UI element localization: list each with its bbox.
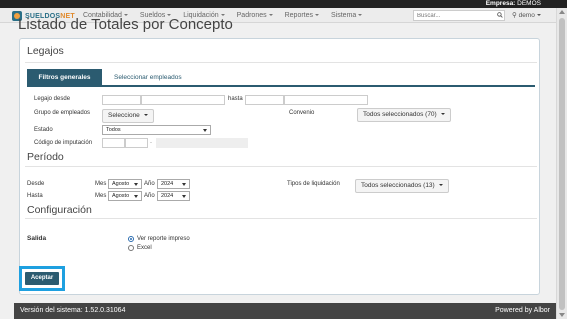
user-icon: ⚲ [512, 12, 517, 19]
tab-filtros-generales[interactable]: Filtros generales [27, 69, 102, 86]
top-strip: Empresa: DEMOS [0, 0, 567, 8]
accept-button[interactable]: Aceptar [25, 272, 59, 285]
tab-seleccionar-empleados[interactable]: Seleccionar empleados [107, 69, 189, 86]
user-menu[interactable]: ⚲ demo [512, 10, 541, 21]
chevron-down-icon [268, 14, 273, 17]
legajos-tabs: Filtros generales Seleccionar empleados [27, 69, 535, 87]
periodo-desde-label: Desde [27, 181, 45, 187]
legajo-hasta-input[interactable] [245, 95, 284, 105]
estado-label: Estado [34, 127, 53, 133]
codigo-imputacion-to-input[interactable] [125, 138, 148, 148]
legajo-desde-input[interactable] [102, 95, 141, 105]
page-title: Listado de Totales por Concepto [18, 16, 233, 33]
legajo-desde-label: Legajo desde [34, 96, 71, 102]
legajo-desde-name-input[interactable] [141, 95, 225, 105]
chevron-down-icon [315, 14, 320, 17]
chevron-down-icon [536, 14, 541, 17]
divider [25, 62, 537, 63]
chevron-down-icon [143, 114, 148, 117]
desde-mes-label: Mes [95, 181, 107, 187]
desde-anio-label: Año [144, 181, 155, 187]
menu-item-sistema[interactable]: Sistema [325, 8, 368, 23]
codigo-imputacion-label: Código de imputación [34, 140, 93, 146]
radio-ver-reporte-impreso-label: Ver reporte impreso [137, 236, 190, 242]
hasta-mes-label: Mes [95, 193, 107, 199]
company-value: DEMOS [517, 0, 541, 7]
hasta-anio-label: Año [144, 193, 155, 199]
codigo-imputacion-from-input[interactable] [102, 138, 125, 148]
tipos-liquidacion-label: Tipos de liquidación [287, 181, 340, 187]
radio-excel-label: Excel [137, 245, 152, 251]
legajo-hasta-name-input[interactable] [284, 95, 368, 105]
estado-select[interactable]: Todos [102, 125, 211, 135]
chevron-down-icon [440, 113, 445, 116]
search-icon[interactable] [497, 12, 503, 18]
salida-label: Salida [27, 235, 47, 242]
hasta-anio-select[interactable]: 2024 [157, 191, 190, 201]
grupo-empleados-label: Grupo de empleados [34, 110, 91, 116]
convenio-label: Convenio [289, 110, 315, 116]
section-title-configuracion: Configuración [27, 204, 92, 216]
chevron-down-icon [438, 184, 443, 187]
chevron-down-icon [358, 14, 363, 17]
search-input[interactable] [413, 10, 505, 21]
section-title-legajos: Legajos [27, 45, 64, 57]
scroll-down-arrow-icon[interactable] [559, 313, 565, 317]
hasta-mes-select[interactable]: Agosto [108, 191, 142, 201]
convenio-dropdown[interactable]: Todos seleccionados (70) [357, 108, 451, 122]
page-scrollbar[interactable] [556, 8, 567, 319]
scroll-up-arrow-icon[interactable] [559, 10, 565, 14]
desde-mes-select[interactable]: Agosto [108, 179, 142, 189]
footer: Versión del sistema: 1.52.0.31064 Powere… [14, 303, 556, 319]
system-version: Versión del sistema: 1.52.0.31064 [20, 307, 126, 314]
tipos-liquidacion-dropdown[interactable]: Todos seleccionados (13) [355, 179, 449, 193]
accept-button-highlight: Aceptar [19, 266, 65, 291]
radio-excel[interactable] [128, 245, 134, 251]
scroll-thumb[interactable] [559, 18, 565, 310]
codigo-separator: - [150, 140, 152, 146]
divider [25, 218, 537, 219]
legajo-hasta-label: hasta [228, 96, 243, 102]
grupo-empleados-dropdown[interactable]: Seleccione [102, 109, 154, 123]
periodo-hasta-label: Hasta [27, 193, 43, 199]
user-name: demo [518, 12, 535, 19]
company-indicator: Empresa: DEMOS [486, 0, 541, 8]
divider [25, 166, 537, 167]
desde-anio-select[interactable]: 2024 [157, 179, 190, 189]
codigo-imputacion-description [156, 138, 248, 148]
company-label: Empresa: [485, 0, 516, 7]
radio-ver-reporte-impreso[interactable] [128, 236, 134, 242]
section-title-periodo: Período [27, 151, 64, 163]
powered-by: Powered by Albor [495, 307, 550, 314]
menu-item-padrones[interactable]: Padrones [231, 8, 279, 23]
menu-item-reportes[interactable]: Reportes [279, 8, 325, 23]
